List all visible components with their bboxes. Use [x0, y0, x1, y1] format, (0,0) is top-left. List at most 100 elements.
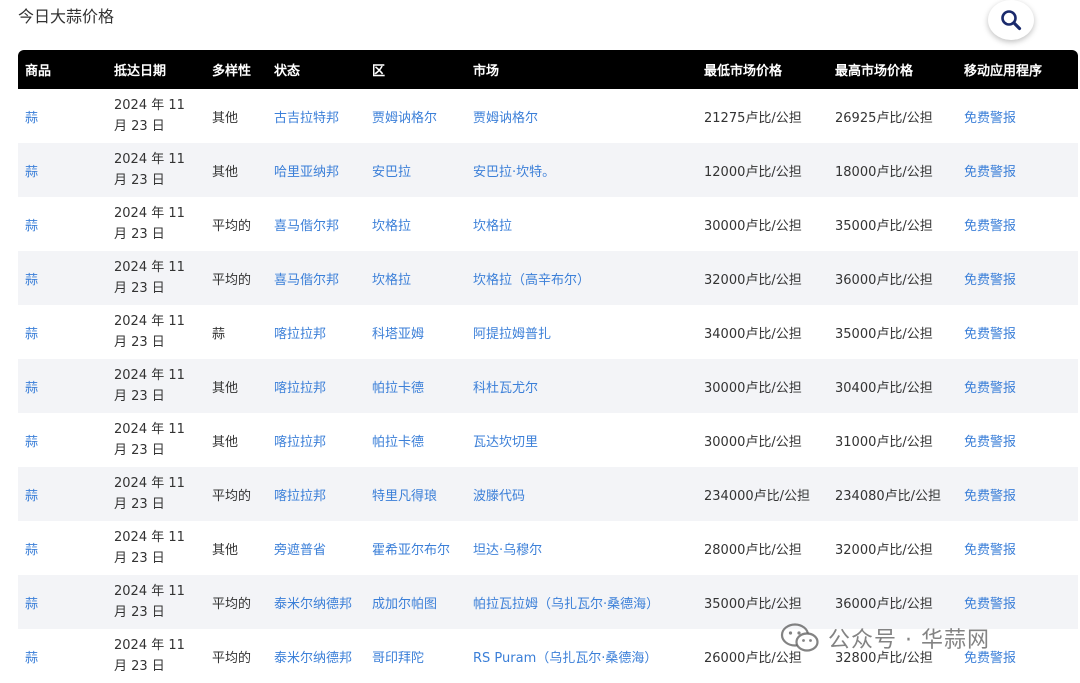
table-cell: 31000卢比/公担: [828, 413, 957, 467]
table-row: 蒜 2024 年 11 月 23 日 其他 古吉拉特邦 贾姆讷格尔 贾姆讷格尔 21275卢…: [18, 89, 1078, 143]
table-cell: 科塔亚姆: [365, 305, 466, 359]
district-link[interactable]: 安巴拉: [372, 165, 411, 180]
market-link[interactable]: RS Puram（乌扎瓦尔·桑德海）: [473, 651, 657, 666]
state-link[interactable]: 喀拉拉邦: [274, 435, 326, 450]
district-link[interactable]: 科塔亚姆: [372, 327, 424, 342]
max-price: 234080卢比/公担: [835, 488, 942, 504]
table-row: 蒜 2024 年 11 月 23 日 平均的 喜马偕尔邦 坎格拉 坎格拉（高辛布尔） 320…: [18, 251, 1078, 305]
state-link[interactable]: 喜马偕尔邦: [274, 273, 339, 288]
table-cell: 其他: [205, 413, 267, 467]
free-alert-link[interactable]: 免费警报: [964, 489, 1016, 504]
free-alert-link[interactable]: 免费警报: [964, 165, 1016, 180]
table-cell: 34000卢比/公担: [697, 305, 828, 359]
district-link[interactable]: 帕拉卡德: [372, 381, 424, 396]
commodity-link[interactable]: 蒜: [25, 381, 38, 396]
table-cell: 科杜瓦尤尔: [466, 359, 697, 413]
table-cell: 30000卢比/公担: [697, 413, 828, 467]
commodity-link[interactable]: 蒜: [25, 489, 38, 504]
commodity-link[interactable]: 蒜: [25, 219, 38, 234]
district-link[interactable]: 特里凡得琅: [372, 489, 437, 504]
table-cell: 2024 年 11 月 23 日: [107, 251, 205, 305]
commodity-link[interactable]: 蒜: [25, 165, 38, 180]
table-cell: 18000卢比/公担: [828, 143, 957, 197]
commodity-link[interactable]: 蒜: [25, 111, 38, 126]
district-link[interactable]: 成加尔帕图: [372, 597, 437, 612]
table-cell: 蒜: [18, 305, 107, 359]
state-link[interactable]: 喜马偕尔邦: [274, 219, 339, 234]
state-link[interactable]: 喀拉拉邦: [274, 381, 326, 396]
table-cell: 坎格拉: [365, 251, 466, 305]
table-cell: 30000卢比/公担: [697, 197, 828, 251]
free-alert-link[interactable]: 免费警报: [964, 111, 1016, 126]
table-cell: 平均的: [205, 575, 267, 629]
max-price: 26925卢比/公担: [835, 110, 933, 126]
market-link[interactable]: 帕拉瓦拉姆（乌扎瓦尔·桑德海）: [473, 597, 659, 612]
free-alert-link[interactable]: 免费警报: [964, 543, 1016, 558]
district-link[interactable]: 霍希亚尔布尔: [372, 543, 450, 558]
min-price: 234000卢比/公担: [704, 488, 811, 504]
free-alert-link[interactable]: 免费警报: [964, 435, 1016, 450]
table-cell: 帕拉瓦拉姆（乌扎瓦尔·桑德海）: [466, 575, 697, 629]
state-link[interactable]: 泰米尔纳德邦: [274, 597, 352, 612]
district-link[interactable]: 坎格拉: [372, 273, 411, 288]
free-alert-link[interactable]: 免费警报: [964, 327, 1016, 342]
market-link[interactable]: 坎格拉: [473, 219, 512, 234]
district-link[interactable]: 哥印拜陀: [372, 651, 424, 666]
table-cell: 免费警报: [957, 467, 1078, 521]
table-cell: 36000卢比/公担: [828, 575, 957, 629]
arrival-date: 2024 年 11 月 23 日: [114, 206, 185, 242]
state-link[interactable]: 旁遮普省: [274, 543, 326, 558]
table-cell: 26925卢比/公担: [828, 89, 957, 143]
table-header-row: 商品 抵达日期 多样性 状态 区 市场 最低市场价格 最高市场价格 移动应用程序: [18, 50, 1078, 89]
district-link[interactable]: 坎格拉: [372, 219, 411, 234]
commodity-link[interactable]: 蒜: [25, 435, 38, 450]
market-link[interactable]: 瓦达坎切里: [473, 435, 538, 450]
table-cell: 阿提拉姆普扎: [466, 305, 697, 359]
commodity-link[interactable]: 蒜: [25, 651, 38, 666]
free-alert-link[interactable]: 免费警报: [964, 381, 1016, 396]
table-cell: 哥印拜陀: [365, 629, 466, 683]
market-link[interactable]: 坦达·乌穆尔: [473, 543, 542, 558]
table-cell: 坦达·乌穆尔: [466, 521, 697, 575]
district-link[interactable]: 贾姆讷格尔: [372, 111, 437, 126]
market-link[interactable]: 波滕代码: [473, 489, 525, 504]
table-row: 蒜 2024 年 11 月 23 日 其他 喀拉拉邦 帕拉卡德 科杜瓦尤尔 30000卢比/…: [18, 359, 1078, 413]
search-button[interactable]: [988, 0, 1034, 40]
commodity-link[interactable]: 蒜: [25, 543, 38, 558]
table-cell: 234000卢比/公担: [697, 467, 828, 521]
table-row: 蒜 2024 年 11 月 23 日 其他 哈里亚纳邦 安巴拉 安巴拉·坎特。 12000卢…: [18, 143, 1078, 197]
table-cell: 坎格拉（高辛布尔）: [466, 251, 697, 305]
min-price: 30000卢比/公担: [704, 218, 802, 234]
column-header: 最高市场价格: [835, 64, 914, 79]
market-link[interactable]: 贾姆讷格尔: [473, 111, 538, 126]
market-link[interactable]: 安巴拉·坎特。: [473, 165, 555, 180]
commodity-link[interactable]: 蒜: [25, 597, 38, 612]
max-price: 36000卢比/公担: [835, 272, 933, 288]
table-cell: 喀拉拉邦: [267, 467, 365, 521]
table-cell: 32000卢比/公担: [697, 251, 828, 305]
max-price: 32000卢比/公担: [835, 542, 933, 558]
state-link[interactable]: 古吉拉特邦: [274, 111, 339, 126]
table-cell: 帕拉卡德: [365, 413, 466, 467]
table-cell: 免费警报: [957, 89, 1078, 143]
min-price: 21275卢比/公担: [704, 110, 802, 126]
free-alert-link[interactable]: 免费警报: [964, 597, 1016, 612]
market-link[interactable]: 坎格拉（高辛布尔）: [473, 273, 590, 288]
state-link[interactable]: 喀拉拉邦: [274, 327, 326, 342]
table-cell: 古吉拉特邦: [267, 89, 365, 143]
free-alert-link[interactable]: 免费警报: [964, 219, 1016, 234]
commodity-link[interactable]: 蒜: [25, 273, 38, 288]
state-link[interactable]: 哈里亚纳邦: [274, 165, 339, 180]
table-cell: 2024 年 11 月 23 日: [107, 575, 205, 629]
market-link[interactable]: 科杜瓦尤尔: [473, 381, 538, 396]
table-cell: 2024 年 11 月 23 日: [107, 197, 205, 251]
column-header: 移动应用程序: [964, 64, 1043, 79]
free-alert-link[interactable]: 免费警报: [964, 273, 1016, 288]
state-link[interactable]: 喀拉拉邦: [274, 489, 326, 504]
table-cell: 免费警报: [957, 575, 1078, 629]
state-link[interactable]: 泰米尔纳德邦: [274, 651, 352, 666]
max-price: 36000卢比/公担: [835, 596, 933, 612]
district-link[interactable]: 帕拉卡德: [372, 435, 424, 450]
market-link[interactable]: 阿提拉姆普扎: [473, 327, 551, 342]
commodity-link[interactable]: 蒜: [25, 327, 38, 342]
